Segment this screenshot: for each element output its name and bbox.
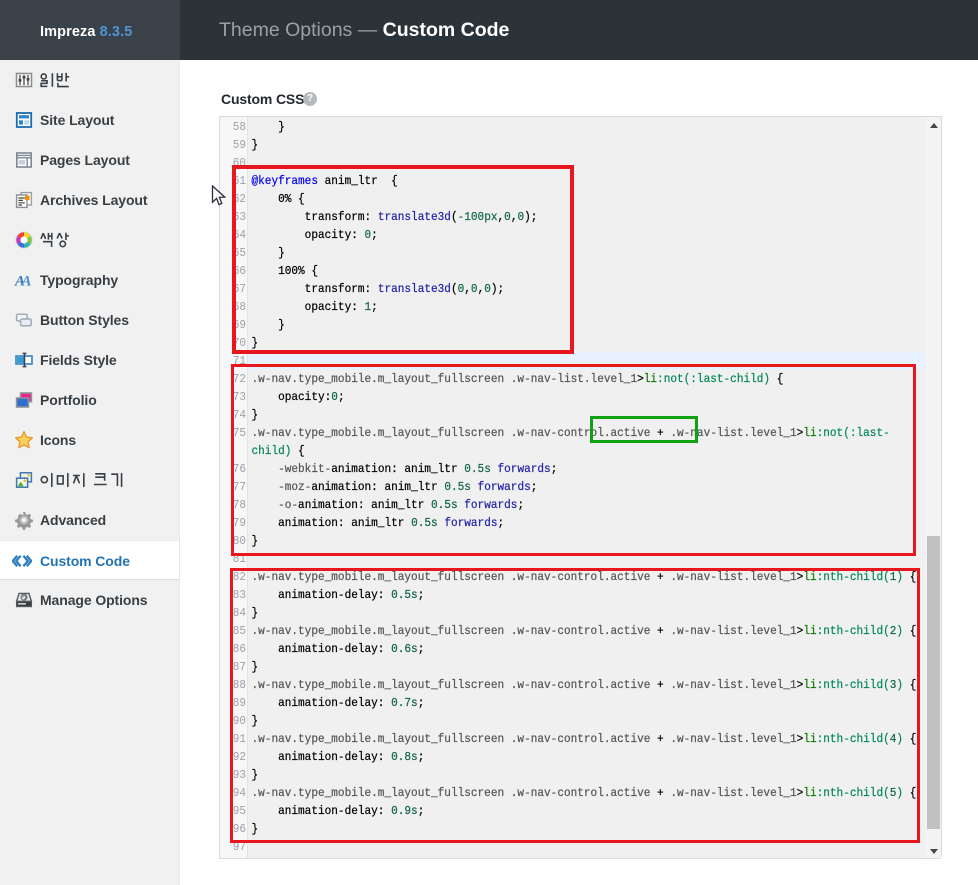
- svg-text:A: A: [21, 274, 32, 290]
